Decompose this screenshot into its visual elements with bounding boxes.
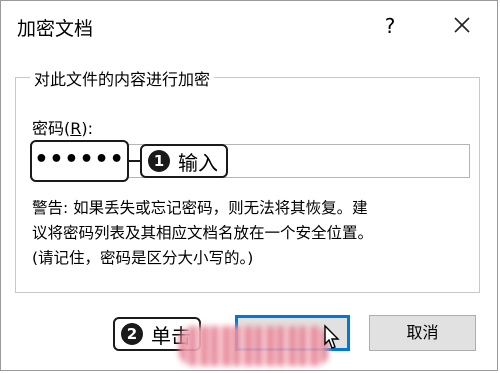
close-button[interactable]: [447, 10, 477, 40]
encrypt-document-dialog: 加密文档 ? 对此文件的内容进行加密 密码(R): •••••• 1 输入 警告…: [0, 0, 498, 371]
help-button[interactable]: ?: [375, 11, 405, 41]
title-bar: 加密文档 ?: [1, 1, 497, 53]
dialog-title: 加密文档: [17, 18, 94, 40]
callout-input-step: 1 输入: [140, 144, 228, 178]
warning-line: 警告: 如果丢失或忘记密码，则无法将其恢复。建: [32, 199, 368, 217]
step-number-badge: 2: [121, 323, 143, 345]
warning-line: (请记住，密码是区分大小写的。): [32, 249, 254, 267]
mouse-cursor-icon: [324, 324, 340, 349]
callout-text: 输入: [178, 150, 218, 175]
watermark-blur: [179, 326, 329, 366]
password-warning: 警告: 如果丢失或忘记密码，则无法将其恢复。建 议将密码列表及其相应文档名放在一…: [32, 196, 472, 271]
password-masked-value: ••••••: [30, 140, 129, 182]
warning-line: 议将密码列表及其相应文档名放在一个安全位置。: [32, 224, 374, 242]
password-label-accelerator: R: [70, 119, 82, 138]
password-label-suffix: ):: [81, 119, 94, 138]
close-icon: [454, 17, 470, 33]
password-label-prefix: 密码(: [32, 119, 71, 138]
group-legend: 对此文件的内容进行加密: [30, 66, 215, 90]
password-label: 密码(R):: [32, 115, 93, 139]
encrypt-contents-group: 对此文件的内容进行加密 密码(R): •••••• 1 输入 警告: 如果丢失或…: [15, 66, 480, 293]
cancel-button[interactable]: 取消: [369, 315, 476, 351]
step-number-badge: 1: [148, 150, 170, 172]
